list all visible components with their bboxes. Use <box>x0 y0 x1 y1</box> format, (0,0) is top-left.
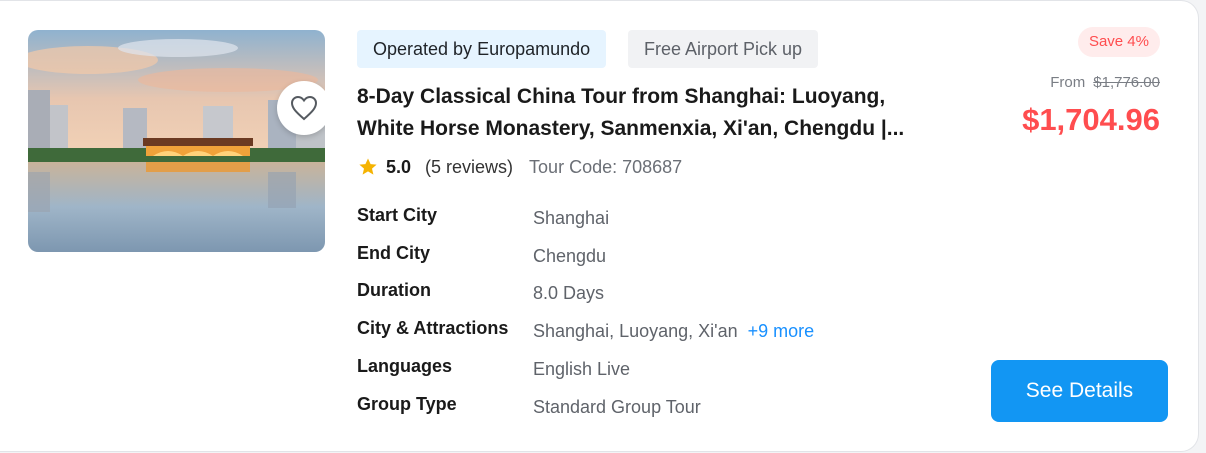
detail-key: Group Type <box>357 394 457 414</box>
detail-key: Duration <box>357 280 431 300</box>
see-details-button[interactable]: See Details <box>991 360 1168 422</box>
rating-row: 5.0 (5 reviews) Tour Code: 708687 <box>358 154 682 180</box>
review-count[interactable]: (5 reviews) <box>425 157 513 178</box>
from-price: From $1,776.00 <box>1050 74 1160 91</box>
detail-row-attractions: City & Attractions Shanghai, Luoyang, Xi… <box>357 318 957 348</box>
star-icon <box>359 158 377 175</box>
detail-key: Start City <box>357 205 438 225</box>
detail-value: Standard Group Tour <box>533 397 701 417</box>
detail-row-end-city: End City Chengdu <box>357 243 957 273</box>
current-price: $1,704.96 <box>1022 102 1160 137</box>
detail-row-start-city: Start City Shanghai <box>357 205 957 235</box>
rating-score: 5.0 <box>386 156 412 177</box>
attractions-list: Shanghai, Luoyang, Xi'an <box>533 321 738 341</box>
favorite-button[interactable] <box>277 81 325 135</box>
heart-outline-icon <box>290 95 318 121</box>
tour-code: 708687 <box>622 156 683 177</box>
detail-key: Languages <box>357 356 453 376</box>
tour-photo[interactable] <box>28 30 325 252</box>
detail-value: Shanghai, Luoyang, Xi'an +9 more <box>533 321 814 342</box>
detail-key: End City <box>357 243 431 263</box>
detail-key: City & Attractions <box>357 318 509 338</box>
detail-row-group-type: Group Type Standard Group Tour <box>357 394 957 424</box>
detail-value: Shanghai <box>533 208 610 228</box>
tour-title-line1: 8-Day Classical China Tour from Shanghai… <box>357 85 886 108</box>
chengdu-bridge-image <box>28 30 325 252</box>
tour-title[interactable]: 8-Day Classical China Tour from Shanghai… <box>357 81 947 145</box>
detail-value: 8.0 Days <box>533 283 605 303</box>
tour-card: Operated by Europamundo Free Airport Pic… <box>0 0 1199 452</box>
detail-value: English Live <box>533 359 631 379</box>
original-price: $1,776.00 <box>1093 74 1160 91</box>
detail-row-duration: Duration 8.0 Days <box>357 280 957 310</box>
tour-code-label: Tour Code: <box>529 156 618 177</box>
detail-row-languages: Languages English Live <box>357 356 957 386</box>
airport-pickup-tag: Free Airport Pick up <box>628 30 819 68</box>
tour-title-line2: White Horse Monastery, Sanmenxia, Xi'an,… <box>357 117 905 140</box>
detail-value: Chengdu <box>533 246 607 266</box>
from-label: From <box>1050 74 1086 91</box>
more-attractions-link[interactable]: +9 more <box>748 321 815 341</box>
operator-tag: Operated by Europamundo <box>357 30 607 68</box>
save-badge: Save 4% <box>1077 27 1160 57</box>
